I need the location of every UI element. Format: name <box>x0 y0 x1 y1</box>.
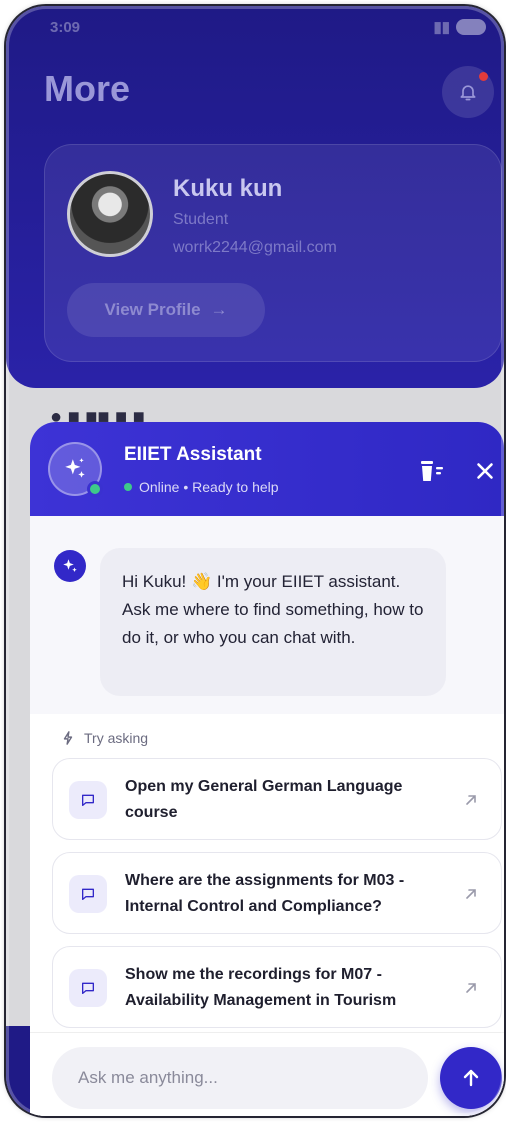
view-profile-label: View Profile <box>104 300 201 319</box>
close-button[interactable] <box>472 458 498 484</box>
send-button[interactable] <box>440 1047 502 1109</box>
profile-name: Kuku kun <box>173 175 283 202</box>
status-time: 3:09 <box>50 18 81 36</box>
clear-chat-icon <box>421 461 443 481</box>
signal-icon: ▮▮ <box>433 19 450 36</box>
phone-frame: 3:09 ▮▮ More Kuku kun Student worrk2244@… <box>6 6 504 1116</box>
status-dot <box>124 483 132 491</box>
suggestion-text: Open my General German Language course <box>125 778 403 821</box>
chat-bubble-icon <box>69 875 107 913</box>
arrow-up-right-icon <box>466 983 476 993</box>
assistant-header: EIIET Assistant Online • Ready to help <box>30 422 504 516</box>
page-title: More <box>44 68 131 109</box>
suggestion-chip[interactable]: Show me the recordings for M07 - Availab… <box>52 946 502 1028</box>
notification-badge <box>479 72 488 81</box>
suggestion-text: Show me the recordings for M07 - Availab… <box>125 966 397 1009</box>
lightning-icon <box>63 731 73 745</box>
assistant-status: Online • Ready to help <box>124 479 279 495</box>
message-list: Hi Kuku! 👋 I'm your EIIET assistant. Ask… <box>30 516 504 714</box>
profile-card: Kuku kun Student worrk2244@gmail.com Vie… <box>44 144 502 362</box>
battery-icon <box>456 19 486 35</box>
clear-chat-button[interactable] <box>418 458 446 484</box>
assistant-title: EIIET Assistant <box>124 444 262 465</box>
sparkle-icon <box>65 458 85 478</box>
view-profile-button[interactable]: View Profile → <box>67 283 265 337</box>
chat-bubble-icon <box>69 781 107 819</box>
suggestion-chip[interactable]: Open my General German Language course <box>52 758 502 840</box>
close-icon <box>477 463 493 479</box>
message-input-placeholder: Ask me anything... <box>78 1068 218 1087</box>
assistant-message: Hi Kuku! 👋 I'm your EIIET assistant. Ask… <box>100 548 446 696</box>
profile-role: Student <box>173 211 229 228</box>
try-asking-text: Try asking <box>84 730 149 746</box>
composer: Ask me anything... <box>30 1032 504 1116</box>
assistant-status-text: Online • Ready to help <box>139 479 279 495</box>
suggestion-chip[interactable]: Where are the assignments for M03 - Inte… <box>52 852 502 934</box>
arrow-up-right-icon <box>466 889 476 899</box>
chat-bubble-icon <box>69 969 107 1007</box>
status-bar: 3:09 ▮▮ <box>50 16 486 38</box>
message-input[interactable]: Ask me anything... <box>52 1047 428 1109</box>
bell-icon <box>460 85 476 101</box>
sparkle-icon <box>63 559 77 572</box>
notifications-button[interactable] <box>442 66 494 118</box>
status-icons: ▮▮ <box>433 18 486 36</box>
profile-email: worrk2244@gmail.com <box>173 239 337 256</box>
bot-avatar <box>54 550 86 582</box>
arrow-up-right-icon <box>466 795 476 805</box>
try-asking-label: Try asking <box>62 730 148 746</box>
arrow-up-icon <box>463 1069 479 1087</box>
online-indicator <box>87 481 103 497</box>
background-strip <box>6 1026 30 1116</box>
suggestion-text: Where are the assignments for M03 - Inte… <box>125 872 405 915</box>
avatar <box>67 171 153 257</box>
more-header: 3:09 ▮▮ More Kuku kun Student worrk2244@… <box>6 6 504 388</box>
arrow-right-icon: → <box>210 300 228 319</box>
assistant-sheet: EIIET Assistant Online • Ready to help H… <box>30 422 504 1116</box>
